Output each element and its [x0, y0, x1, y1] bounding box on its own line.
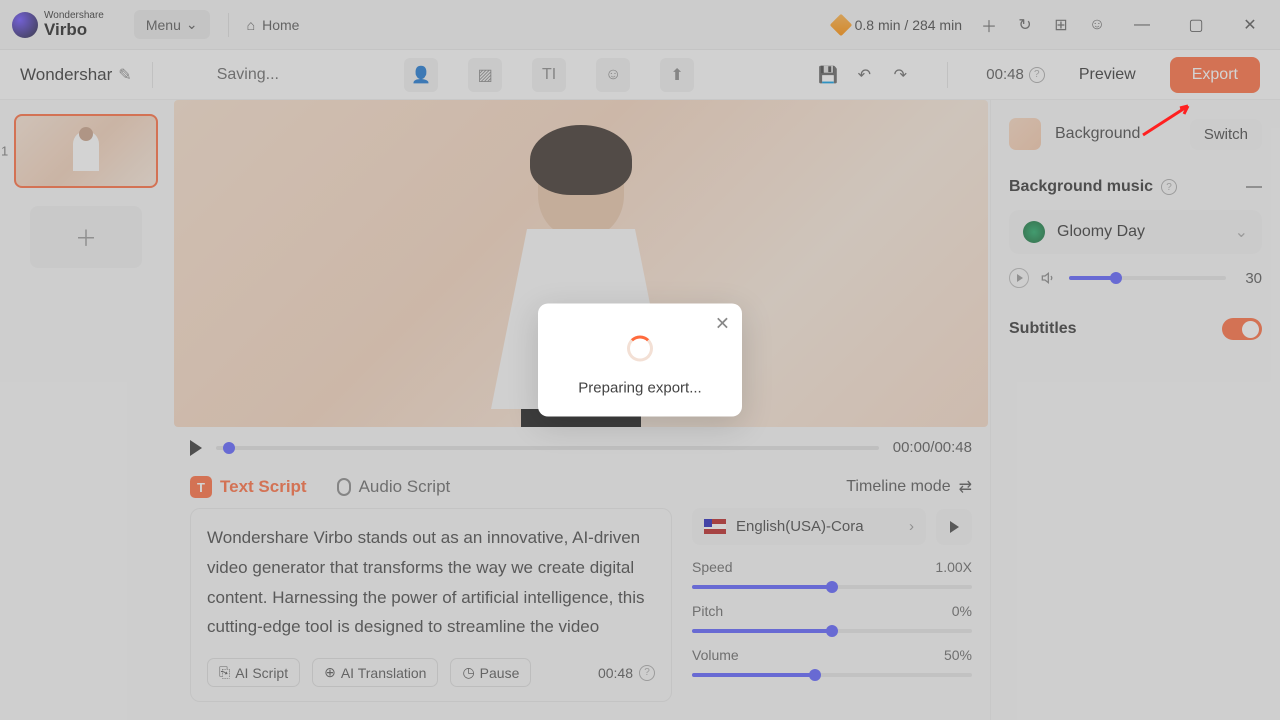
modal-message: Preparing export... [556, 380, 724, 397]
spinner-icon [627, 336, 653, 362]
modal-close-button[interactable]: ✕ [715, 314, 730, 335]
export-modal: ✕ Preparing export... [538, 304, 742, 417]
